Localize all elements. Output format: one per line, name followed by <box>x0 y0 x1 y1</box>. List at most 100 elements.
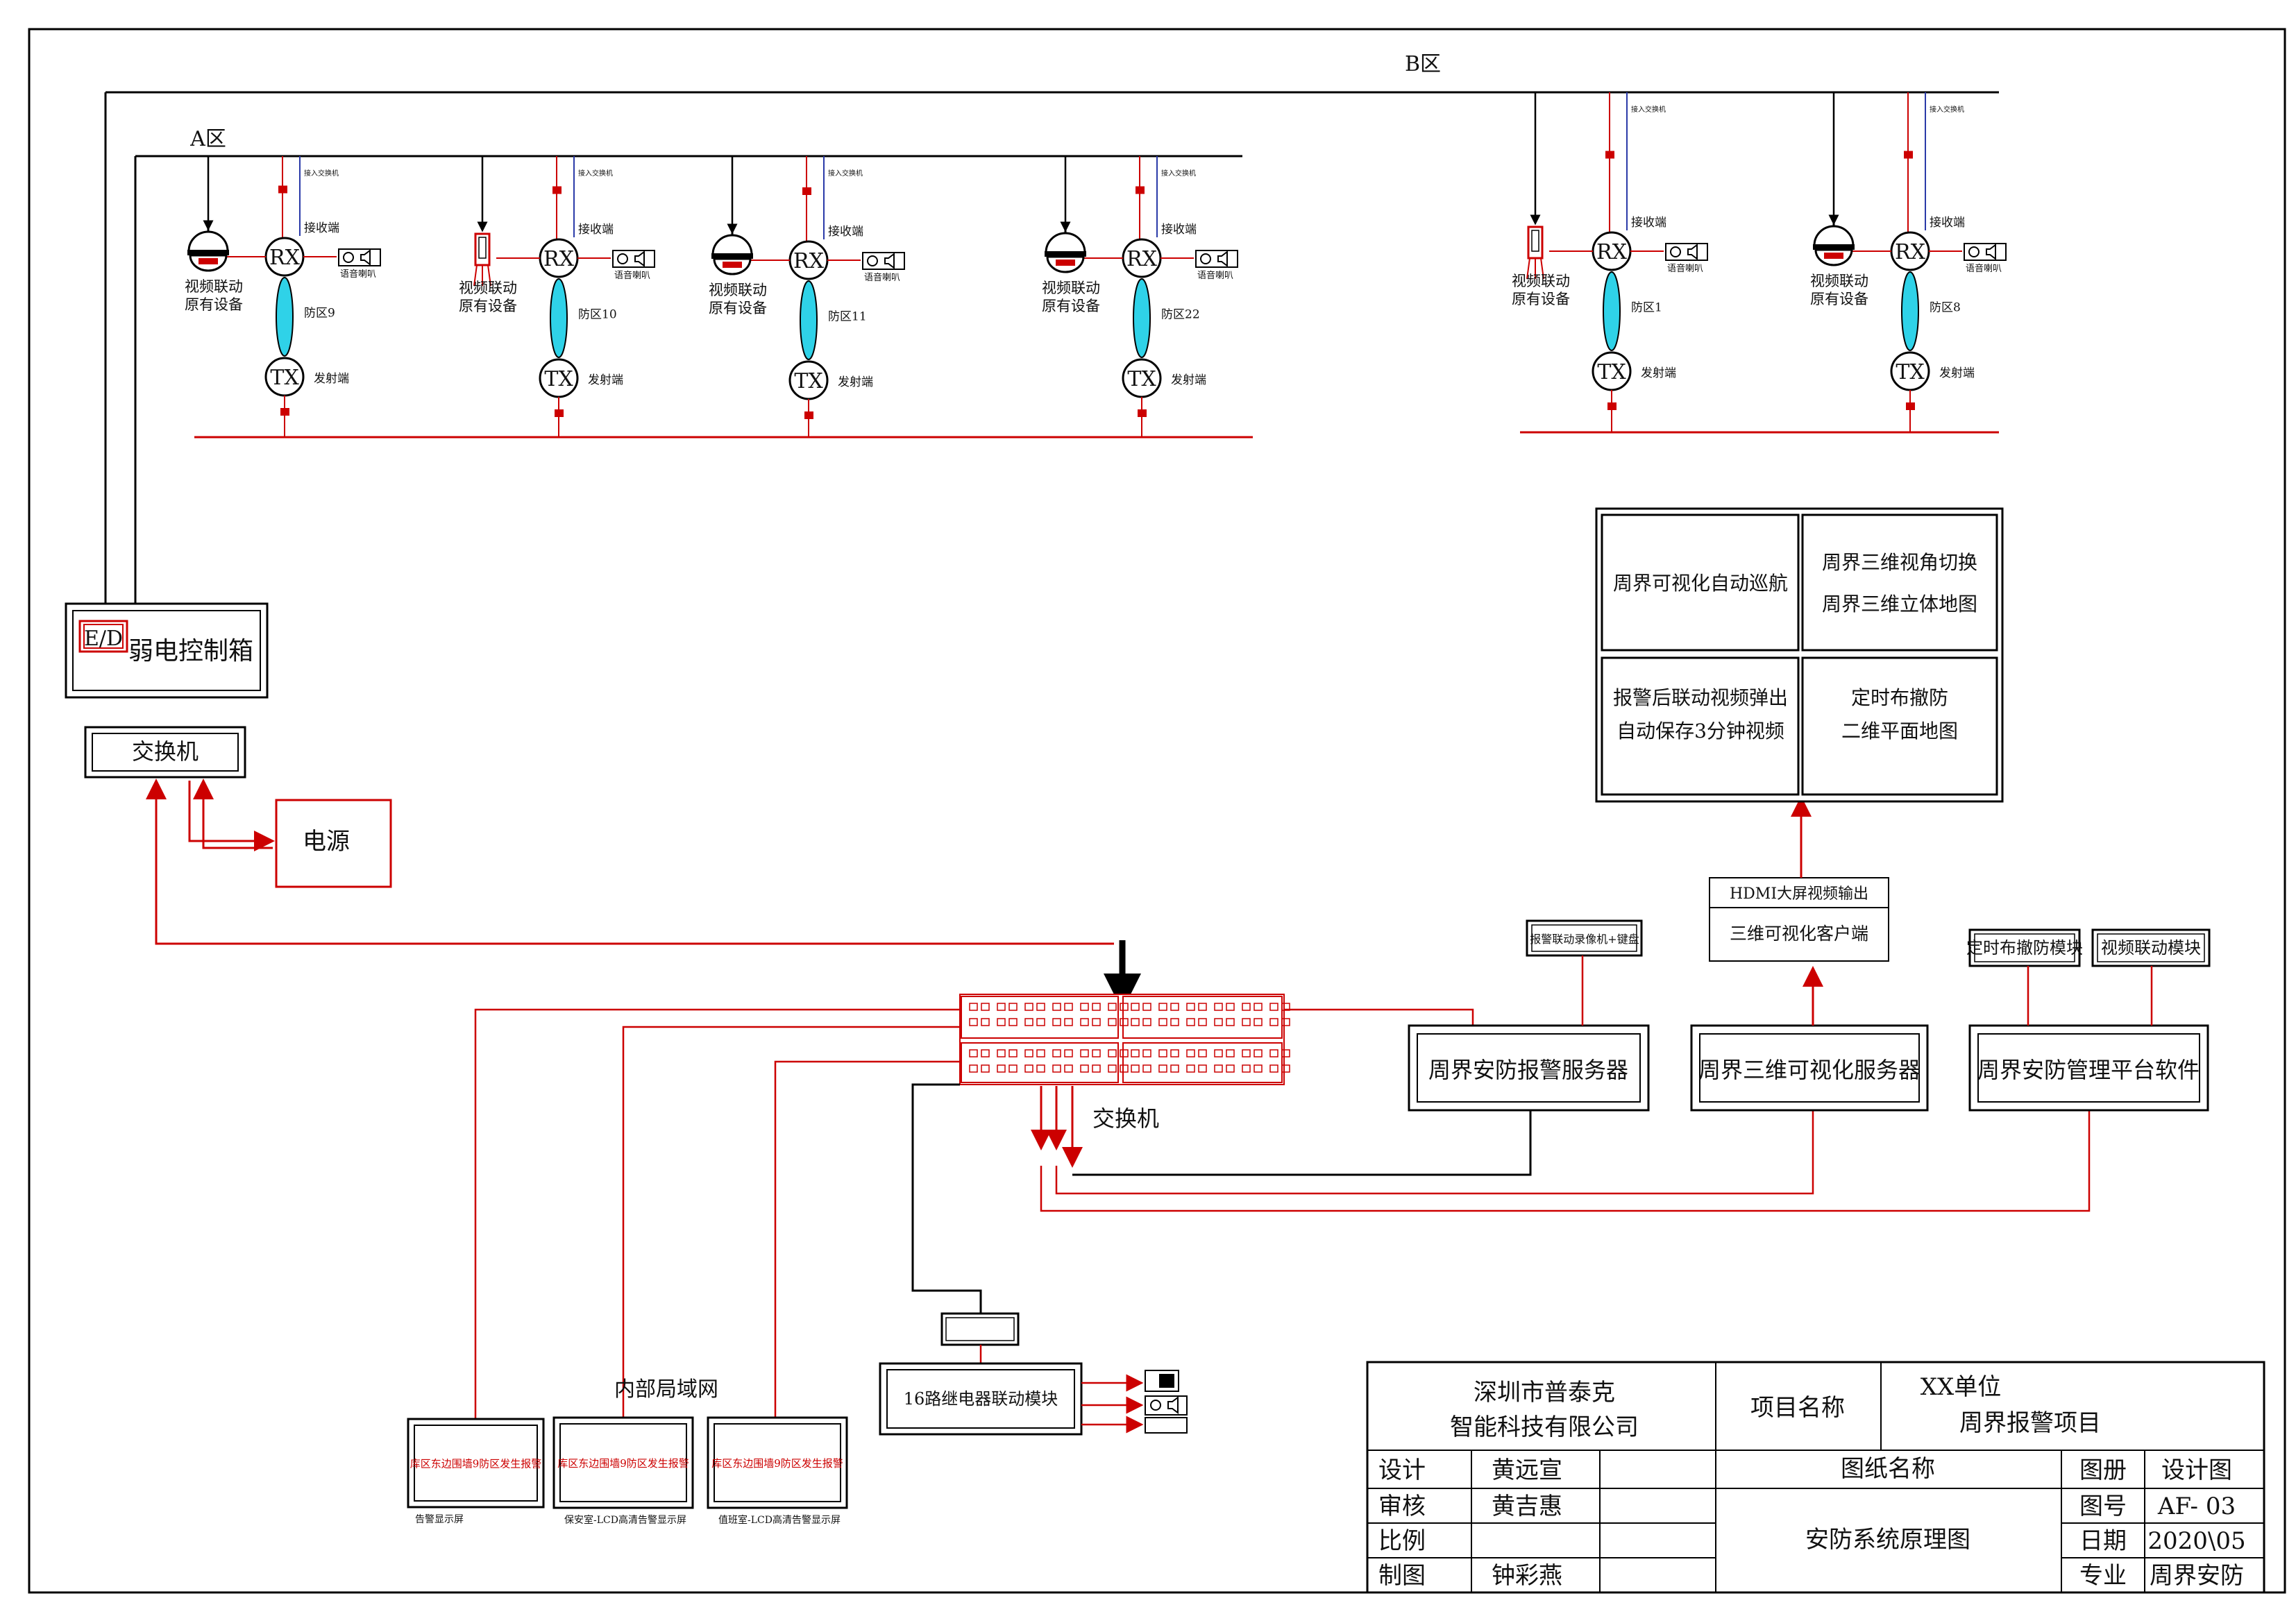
speaker-label: 语音喇叭 <box>614 270 650 281</box>
speaker-label: 语音喇叭 <box>864 272 900 283</box>
major-value: 周界安防 <box>2150 1562 2244 1590</box>
draw-value: 钟彩燕 <box>1492 1562 1562 1590</box>
dome-camera-icon <box>1045 228 1086 273</box>
camera-label-line2: 原有设备 <box>709 300 767 316</box>
alarm-display: 库区东边围墙9防区发生报警告警显示屏 <box>407 1418 545 1525</box>
zone-label: 防区8 <box>1930 301 1961 315</box>
switch-in-label: 接入交换机 <box>1631 105 1666 114</box>
speaker-icon <box>1195 250 1238 268</box>
camera-label-line2: 原有设备 <box>185 296 243 313</box>
lan-label: 内部局域网 <box>614 1377 718 1402</box>
receiver-label: 接收端 <box>304 221 339 235</box>
alarm-server: 周界安防报警服务器 <box>1408 1024 1650 1112</box>
speaker-label: 语音喇叭 <box>340 269 376 280</box>
alarm-display: 库区东边围墙9防区发生报警保安室-LCD高清告警显示屏 <box>552 1416 694 1526</box>
schedule-module-label: 定时布撤防模块 <box>1966 938 2083 958</box>
wall-q4-l2: 二维平面地图 <box>1841 720 1958 742</box>
receiver-label: 接收端 <box>1631 216 1666 230</box>
zone-a-label: A区 <box>189 127 226 151</box>
camera-label-line1: 视频联动 <box>1512 273 1570 289</box>
camera-label-line1: 视频联动 <box>1042 280 1100 296</box>
switch-in-label: 接入交换机 <box>304 169 339 178</box>
alarm-server-label: 周界安防报警服务器 <box>1428 1057 1628 1083</box>
visualization-server: 周界三维可视化服务器 <box>1690 1024 1929 1112</box>
wall-q3-l2: 自动保存3分钟视频 <box>1617 720 1784 742</box>
display-screen-text: 库区东边围墙9防区发生报警 <box>711 1457 843 1470</box>
number-label: 图号 <box>2079 1493 2127 1520</box>
keyboard-label: 报警联动录像机+键盘 <box>1530 933 1639 946</box>
transmitter-label: 发射端 <box>1939 366 1975 380</box>
draw-label: 制图 <box>1378 1562 1426 1590</box>
relay-module-label: 16路继电器联动模块 <box>904 1389 1058 1409</box>
zone-label: 防区22 <box>1161 308 1200 322</box>
transmitter-label: 发射端 <box>1641 366 1676 380</box>
video-module: 视频联动模块 <box>2091 928 2211 967</box>
zone-unit: 接入交换机接收端RX 防区11 TX 发射端 语音喇叭视频联动原有设备 <box>709 156 905 437</box>
rx-label: RX <box>793 249 825 273</box>
scale-label: 比例 <box>1378 1527 1426 1555</box>
dome-camera-icon <box>711 230 753 275</box>
speaker-icon <box>1964 243 2007 261</box>
client-box: HDMI大屏视频输出 三维可视化客户端 <box>1709 877 1889 962</box>
power-label: 电源 <box>303 828 350 856</box>
speaker-icon <box>1665 243 1708 261</box>
switch-top-label: 交换机 <box>132 738 199 765</box>
camera-label-line1: 视频联动 <box>1810 273 1868 289</box>
receiver-label: 接收端 <box>1161 223 1197 237</box>
speaker-icon <box>862 252 905 270</box>
switch-in-label: 接入交换机 <box>578 169 613 178</box>
receiver-label: 接收端 <box>1930 216 1965 230</box>
display-caption: 告警显示屏 <box>415 1514 464 1525</box>
date-value: 2020\05 <box>2147 1527 2245 1555</box>
zone-label: 防区9 <box>304 307 335 321</box>
zone-label: 防区10 <box>578 308 617 322</box>
speaker-icon <box>612 250 655 268</box>
rx-label: RX <box>269 246 301 270</box>
video-module-label: 视频联动模块 <box>2101 938 2201 958</box>
transmitter-label: 发射端 <box>838 375 873 389</box>
core-switch: 交换机 <box>959 994 1290 1132</box>
tx-label: TX <box>270 366 299 390</box>
transmitter-label: 发射端 <box>588 373 623 387</box>
display-screen-text: 库区东边围墙9防区发生报警 <box>410 1458 542 1470</box>
power-box: 电源 <box>275 799 392 888</box>
rx-label: RX <box>1126 247 1158 271</box>
wall-q2-l1: 周界三维视角切换 <box>1822 551 1977 574</box>
control-box: E/D 弱电控制箱 <box>65 602 269 699</box>
ed-tag: E/D <box>84 627 123 651</box>
project-label: 项目名称 <box>1750 1394 1845 1422</box>
zone-units: 接入交换机接收端RX防区9TX 发射端语音喇叭视频联动原有设备接入交换机接收端RX… <box>185 92 2007 437</box>
album-value: 设计图 <box>2161 1456 2232 1484</box>
review-label: 审核 <box>1378 1493 1426 1520</box>
platform-software: 周界安防管理平台软件 <box>1968 1024 2209 1112</box>
project-line1: XX单位 <box>1921 1373 2001 1401</box>
alarm-display: 库区东边围墙9防区发生报警值班室-LCD高清告警显示屏 <box>707 1416 848 1526</box>
bullet-camera-icon <box>473 232 491 287</box>
switch-in-label: 接入交换机 <box>828 169 863 178</box>
date-label: 日期 <box>2079 1527 2127 1555</box>
core-switch-label: 交换机 <box>1092 1105 1159 1132</box>
speaker-icon <box>338 248 381 266</box>
camera-label-line1: 视频联动 <box>709 282 767 298</box>
wall-q2-l2: 周界三维立体地图 <box>1822 593 1977 615</box>
wall-q4-l1: 定时布撤防 <box>1851 686 1948 709</box>
tx-label: TX <box>1127 367 1156 391</box>
zone-b-label: B区 <box>1405 52 1441 76</box>
alarm-light-icon <box>1145 1370 1179 1392</box>
number-value: AF- 03 <box>2157 1493 2236 1520</box>
relay-module: 16路继电器联动模块 <box>879 1362 1083 1436</box>
zone-label: 防区11 <box>828 310 867 324</box>
zone-unit: 接入交换机接收端RX 防区10 TX 发射端 语音喇叭视频联动原有设备 <box>459 156 655 437</box>
speaker-label: 语音喇叭 <box>1197 270 1233 281</box>
output-device-icon <box>1145 1417 1188 1434</box>
company-line1: 深圳市普泰克 <box>1474 1379 1615 1407</box>
client-hdmi-label: HDMI大屏视频输出 <box>1730 885 1868 903</box>
camera-label-line2: 原有设备 <box>1042 298 1100 314</box>
camera-label-line1: 视频联动 <box>459 280 517 296</box>
speaker-icon <box>1145 1395 1188 1416</box>
tx-label: TX <box>1597 360 1626 384</box>
camera-label-line2: 原有设备 <box>459 298 517 314</box>
project-line2: 周界报警项目 <box>1959 1409 2101 1437</box>
review-value: 黄吉惠 <box>1492 1493 1562 1520</box>
tx-label: TX <box>794 369 823 393</box>
